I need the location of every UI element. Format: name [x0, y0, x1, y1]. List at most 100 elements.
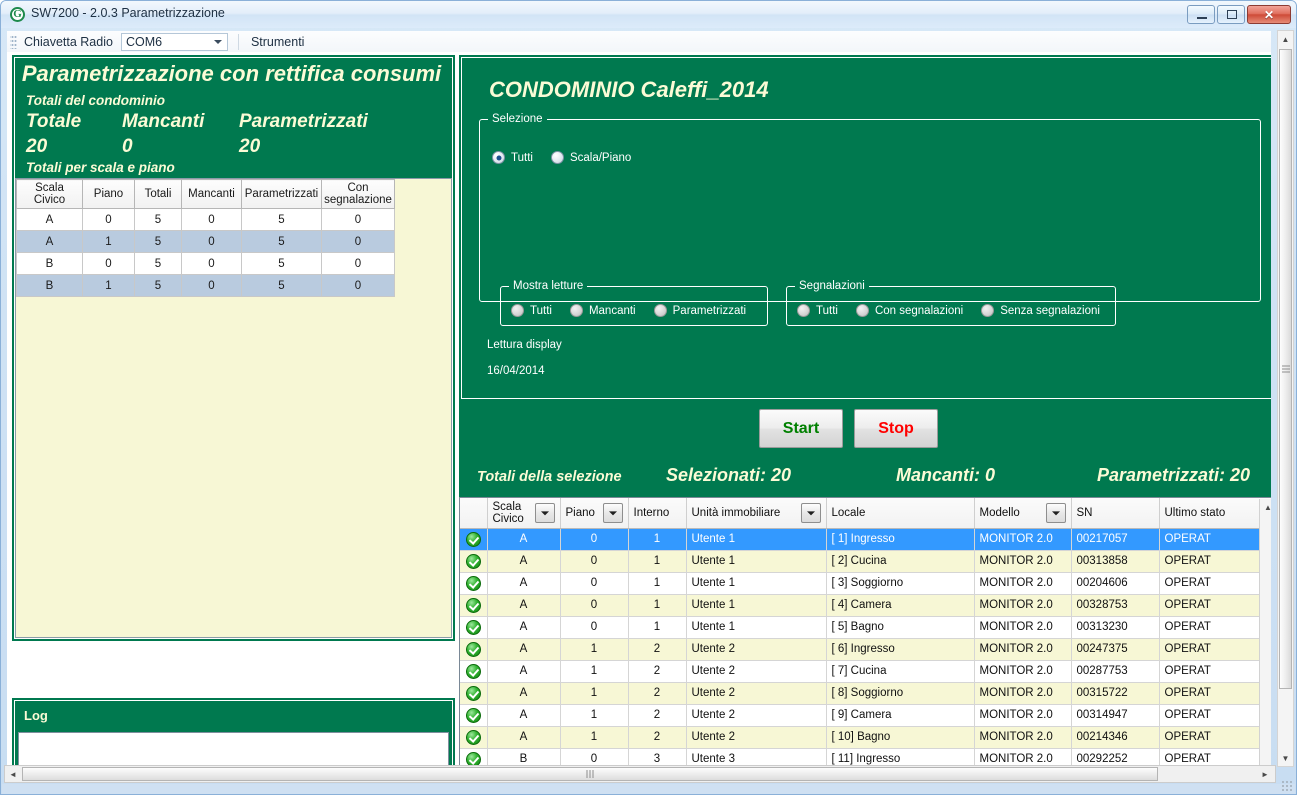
cell-modello: MONITOR 2.0 — [974, 528, 1072, 551]
cell-modello: MONITOR 2.0 — [974, 726, 1072, 749]
group-selezione-legend: Selezione — [492, 113, 543, 125]
cell-locale: [ 1] Ingresso — [826, 528, 975, 551]
scala-table-header-row: Scala Civico Piano Totali Mancanti Parametriz… — [16, 179, 395, 209]
scala-table-row[interactable]: B05050 — [16, 252, 395, 275]
check-circle-icon — [465, 707, 481, 723]
cell-sn: 00214346 — [1071, 726, 1160, 749]
devices-col-header[interactable]: Ultimo stato — [1159, 498, 1271, 529]
devices-col-header[interactable]: Locale — [826, 498, 975, 529]
cell-stato: OPERAT — [1159, 550, 1271, 573]
table-row[interactable]: A 0 1 Utente 1[ 2] Cucina MONITOR 2.0 0031385… — [460, 550, 1271, 573]
label-parametrizzati: Parametrizzati — [239, 111, 368, 132]
window-vscroll-grip-icon — [1281, 365, 1290, 373]
start-button[interactable]: Start — [759, 409, 843, 448]
cell-scala: A — [487, 572, 561, 595]
cell-piano: 0 — [560, 594, 629, 617]
cell-interno: 1 — [628, 572, 687, 595]
table-row[interactable]: A 0 1 Utente 1[ 4] Camera MONITOR 2.0 0032875… — [460, 594, 1271, 617]
row-status-cell — [460, 704, 488, 727]
window-vertical-scrollbar[interactable]: ▲ ▼ — [1277, 30, 1294, 767]
com-port-select[interactable]: COM6 — [120, 32, 228, 51]
column-filter-icon[interactable] — [602, 502, 623, 523]
table-row[interactable]: A 1 2 Utente 2[ 8] Soggiorno MONITOR 2.0 0031… — [460, 682, 1271, 705]
devices-col-header[interactable]: Scala Civico — [487, 498, 561, 529]
devices-col-header[interactable] — [460, 498, 488, 529]
app-window: G SW7200 - 2.0.3 Parametrizzazione ✕ Chi… — [0, 0, 1297, 795]
cell-locale: [ 9] Camera — [826, 704, 975, 727]
cell-locale: [ 8] Soggiorno — [826, 682, 975, 705]
devices-col-header[interactable]: Unità immobiliare — [686, 498, 827, 529]
window-vscroll-thumb[interactable] — [1279, 49, 1292, 689]
radio-segnalazioni-3[interactable]: Senza segnalazioni — [981, 304, 1100, 317]
cell-scala: A — [487, 726, 561, 749]
cell-stato: OPERAT — [1159, 594, 1271, 617]
group-segnalazioni: Segnalazioni Tutti Con segnalazioni Senza … — [786, 280, 1116, 326]
cell-modello: MONITOR 2.0 — [974, 704, 1072, 727]
window-scroll-down-icon[interactable]: ▼ — [1278, 750, 1293, 766]
lettura-display-date: 16/04/2014 — [487, 365, 545, 377]
window-scroll-up-icon[interactable]: ▲ — [1278, 31, 1293, 47]
scala-table-row[interactable]: B15050 — [16, 274, 395, 297]
minimize-button[interactable] — [1187, 5, 1215, 24]
group-segnalazioni-legend: Segnalazioni — [799, 280, 865, 292]
scala-col-header: Parametrizzati — [241, 179, 322, 209]
table-row[interactable]: A 0 1 Utente 1[ 5] Bagno MONITOR 2.0 00313230… — [460, 616, 1271, 639]
cell-interno: 1 — [628, 594, 687, 617]
column-filter-icon[interactable] — [1045, 502, 1066, 523]
totals-label: Totali della selezione — [477, 469, 622, 485]
stop-button[interactable]: Stop — [854, 409, 938, 448]
resize-grip-icon[interactable] — [1281, 780, 1293, 792]
scala-table-cell: B — [16, 274, 83, 297]
grid-scroll-up-icon[interactable]: ▲ — [1260, 499, 1271, 515]
radio-mostra-letture-label: Parametrizzati — [672, 304, 747, 317]
window-controls: ✕ — [1187, 5, 1291, 24]
radio-mostra-letture-2[interactable]: Mancanti — [569, 304, 636, 317]
column-filter-icon[interactable] — [800, 502, 821, 523]
devices-col-header[interactable]: Modello — [974, 498, 1072, 529]
scala-table-cell: 0 — [181, 252, 242, 275]
radio-mostra-letture-3[interactable]: Parametrizzati — [653, 304, 747, 317]
table-row[interactable]: A 1 2 Utente 2[ 7] Cucina MONITOR 2.0 0028775… — [460, 660, 1271, 683]
table-row[interactable]: A 1 2 Utente 2[ 10] Bagno MONITOR 2.0 0021434… — [460, 726, 1271, 749]
devices-col-label: Piano — [565, 506, 595, 519]
close-button[interactable]: ✕ — [1247, 5, 1291, 24]
scala-table-cell: 1 — [82, 274, 135, 297]
radio-mostra-letture-1[interactable]: Tutti — [511, 304, 552, 317]
radio-segnalazioni-1[interactable]: Tutti — [797, 304, 838, 317]
table-row[interactable]: A 1 2 Utente 2[ 9] Camera MONITOR 2.0 0031494… — [460, 704, 1271, 727]
scala-table-cell: 0 — [82, 208, 135, 231]
cell-modello: MONITOR 2.0 — [974, 616, 1072, 639]
cell-locale: [ 7] Cucina — [826, 660, 975, 683]
devices-col-header[interactable]: Interno — [628, 498, 687, 529]
row-status-cell — [460, 726, 488, 749]
table-row[interactable]: A 1 2 Utente 2[ 6] Ingresso MONITOR 2.0 00247… — [460, 638, 1271, 661]
grid-vertical-scrollbar[interactable]: ▲ ▼ — [1259, 499, 1271, 770]
scala-table-cell: 0 — [321, 274, 395, 297]
radio-selezione-label: Tutti — [511, 151, 533, 164]
radio-selezione-1[interactable]: Tutti — [492, 151, 533, 164]
scala-table-row[interactable]: A05050 — [16, 208, 395, 231]
devices-col-header[interactable]: SN — [1071, 498, 1160, 529]
radio-segnalazioni-2[interactable]: Con segnalazioni — [855, 304, 963, 317]
cell-locale: [ 4] Camera — [826, 594, 975, 617]
toolbar-grip-icon[interactable] — [10, 34, 17, 49]
scala-table-row[interactable]: A15050 — [16, 230, 395, 253]
table-row[interactable]: A 0 1 Utente 1[ 3] Soggiorno MONITOR 2.0 0020… — [460, 572, 1271, 595]
devices-col-header[interactable]: Piano — [560, 498, 629, 529]
scala-table-cell: 0 — [321, 252, 395, 275]
window-horizontal-scrollbar[interactable]: ◄ ► — [4, 765, 1276, 783]
row-status-cell — [460, 594, 488, 617]
radio-dot-icon — [511, 304, 524, 317]
cell-stato: OPERAT — [1159, 660, 1271, 683]
table-row[interactable]: A 0 1 Utente 1[ 1] Ingresso MONITOR 2.0 00217… — [460, 528, 1271, 551]
menu-item-strumenti[interactable]: Strumenti — [247, 35, 309, 49]
log-title: Log — [24, 708, 48, 723]
window-scroll-right-icon[interactable]: ► — [1257, 767, 1273, 782]
maximize-button[interactable] — [1217, 5, 1245, 24]
radio-selezione-2[interactable]: Scala/Piano — [550, 151, 631, 164]
cell-locale: [ 6] Ingresso — [826, 638, 975, 661]
window-scroll-left-icon[interactable]: ◄ — [5, 767, 21, 782]
window-hscroll-thumb[interactable] — [22, 767, 1158, 781]
column-filter-icon[interactable] — [534, 502, 555, 523]
window-hscroll-grip-icon — [586, 770, 594, 778]
